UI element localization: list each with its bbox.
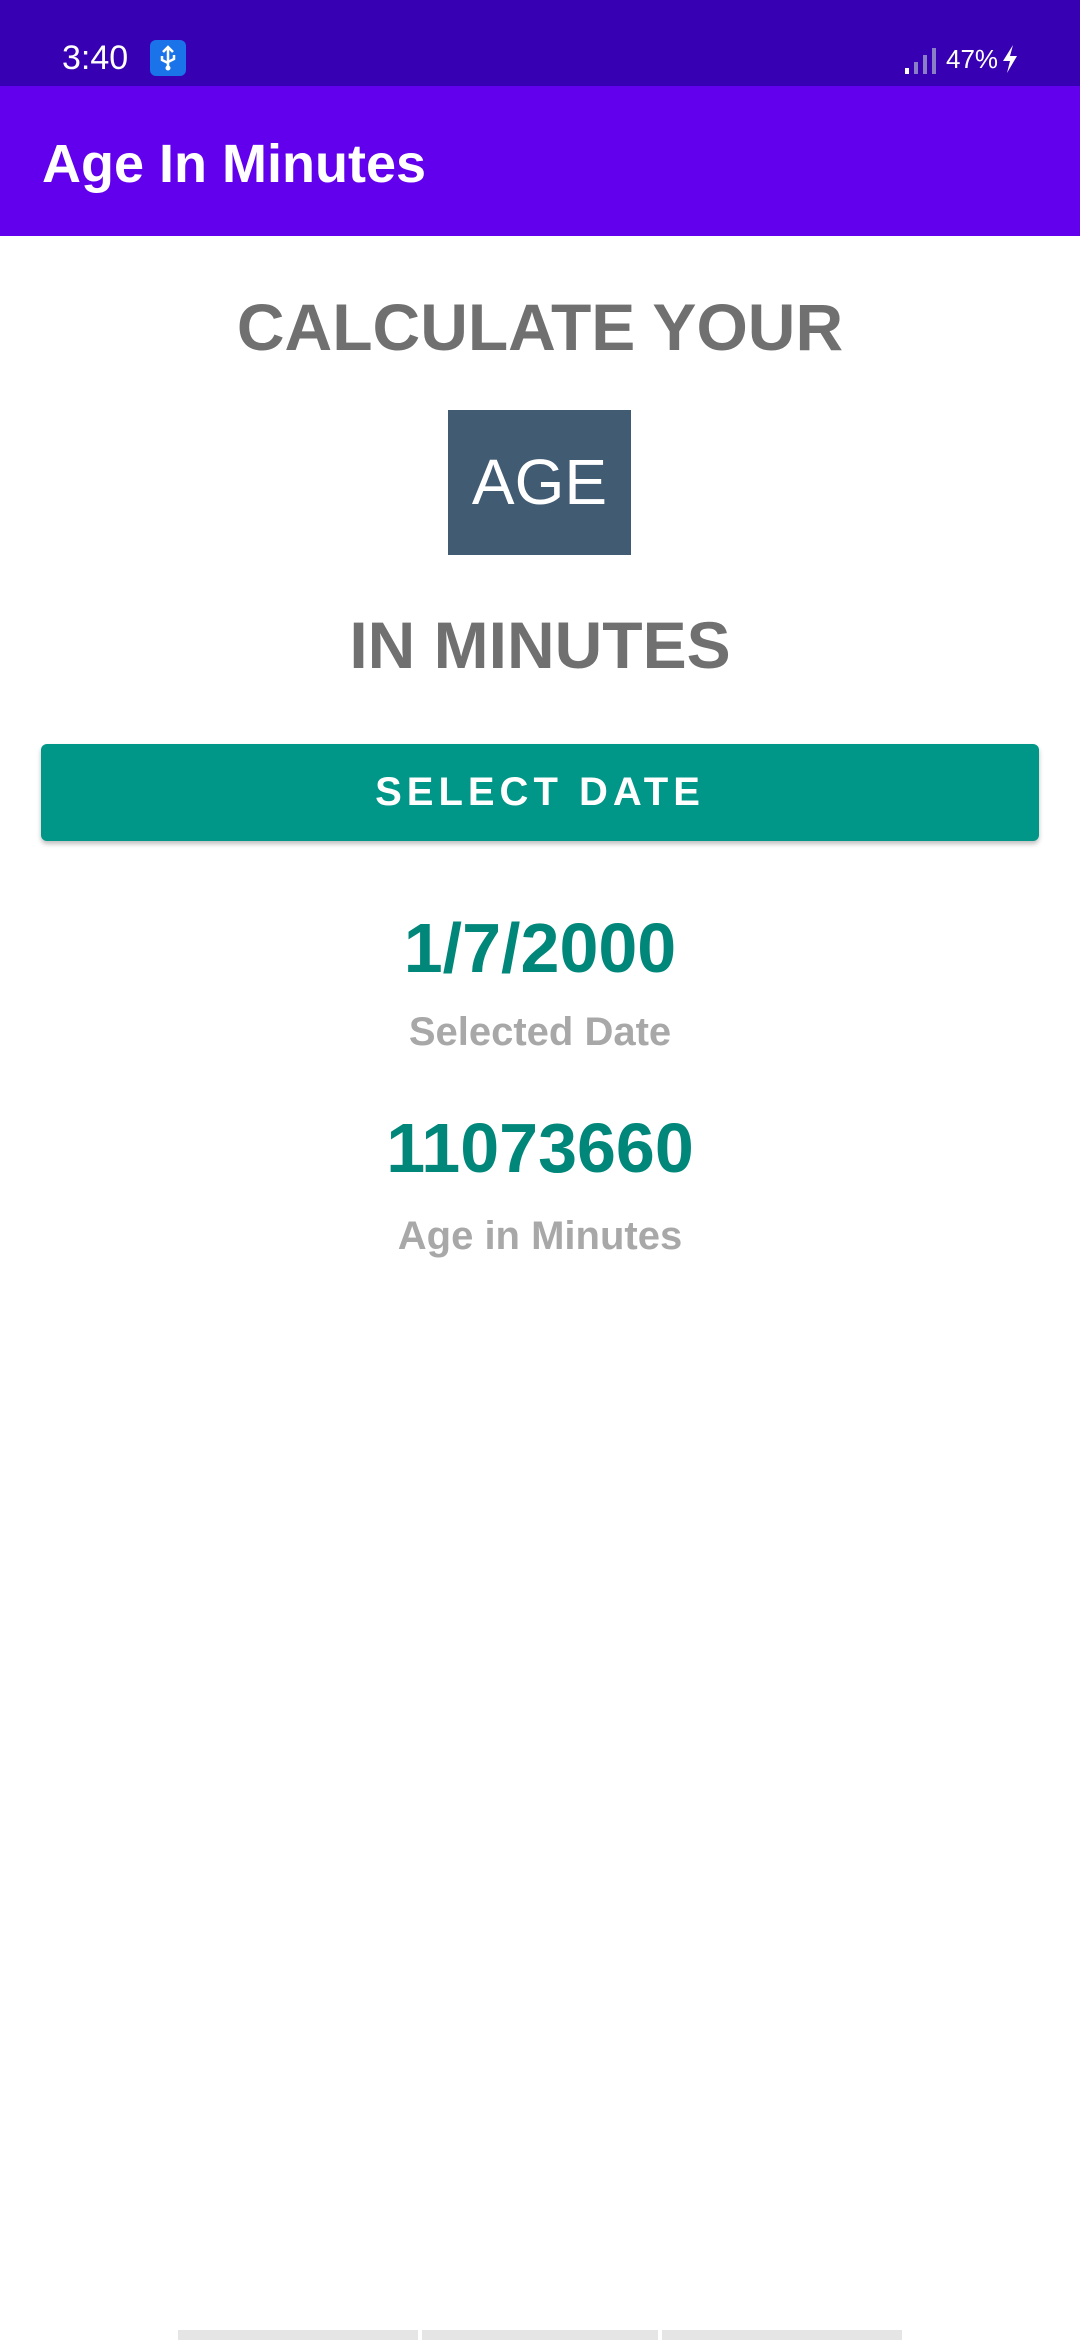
app-bar: Age In Minutes: [0, 86, 1080, 236]
navigation-hint-segment: [662, 2330, 902, 2340]
age-in-minutes-value: 11073660: [386, 1109, 694, 1187]
heading-in-minutes: IN MINUTES: [349, 608, 731, 682]
signal-icon: [904, 46, 940, 79]
usb-icon: [150, 40, 186, 76]
select-date-button[interactable]: SELECT DATE: [41, 744, 1039, 841]
age-label-box: AGE: [448, 410, 631, 555]
selected-date-caption: Selected Date: [408, 1010, 672, 1054]
heading-calculate-your: CALCULATE YOUR: [236, 290, 844, 364]
navigation-hint-segment: [422, 2330, 658, 2340]
status-time: 3:40: [62, 39, 129, 77]
selected-date-value: 1/7/2000: [403, 909, 677, 987]
charging-bolt-icon: [1000, 44, 1020, 79]
app-title: Age In Minutes: [42, 134, 427, 194]
age-in-minutes-caption: Age in Minutes: [397, 1214, 683, 1258]
status-bar: 3:40 47%: [0, 0, 1080, 86]
battery-percent: 47%: [946, 44, 999, 74]
navigation-hint-segment: [178, 2330, 418, 2340]
